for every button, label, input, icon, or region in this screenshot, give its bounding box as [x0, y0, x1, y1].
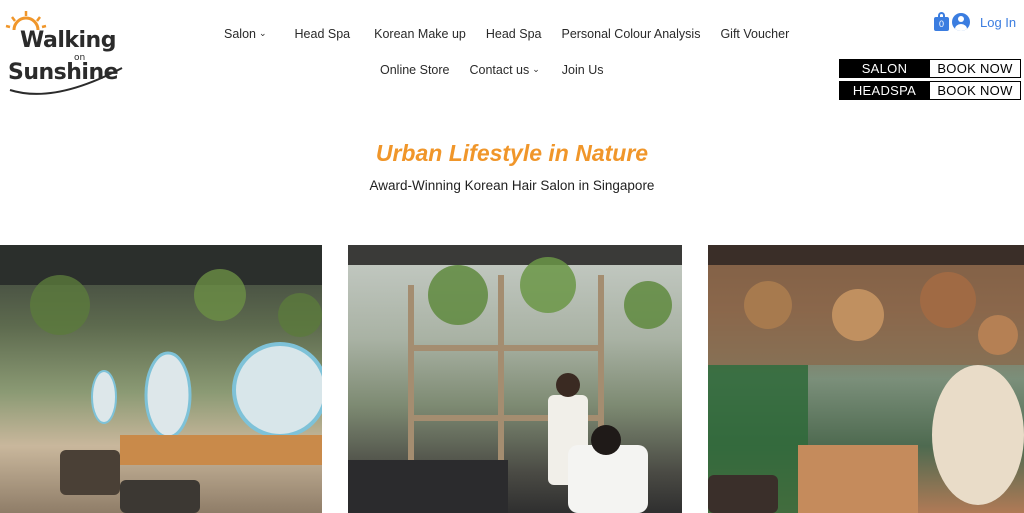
- nav-item-label: Head Spa: [294, 27, 351, 41]
- brand-logo[interactable]: Walking on Sunshine: [4, 8, 132, 100]
- nav-item-online-store[interactable]: Online Store: [380, 63, 449, 77]
- salon-interior-photo-2: [348, 245, 682, 513]
- nav-item-head-spa[interactable]: Head Spa: [295, 27, 351, 41]
- main-nav-row-2: Online Store Contact us ⌄ Join Us: [380, 63, 603, 77]
- nav-item-head-spa-2[interactable]: Head Spa: [486, 27, 542, 41]
- nav-item-label: Korean Make up: [374, 27, 466, 41]
- main-nav-row-1: Salon ⌄ Head Spa Korean Make up Head Spa…: [224, 27, 789, 41]
- nav-item-label: Salon: [224, 27, 256, 41]
- cart-count: 0: [938, 19, 944, 29]
- nav-item-label: Gift Voucher: [720, 27, 790, 41]
- salon-interior-photo-3: [708, 245, 1024, 513]
- cart-icon[interactable]: 0: [934, 12, 950, 32]
- booking-category-label: HEADSPA: [839, 81, 930, 100]
- nav-item-label: Personal Colour Analysis: [561, 27, 701, 41]
- account-area: 0 Log In: [934, 12, 1016, 32]
- nav-item-label: Contact us: [469, 63, 530, 77]
- nav-item-label: Join Us: [561, 63, 604, 77]
- nav-item-label: Online Store: [380, 63, 450, 77]
- nav-item-label: Head Spa: [485, 27, 542, 41]
- login-link[interactable]: Log In: [980, 15, 1016, 30]
- nav-item-korean-make-up[interactable]: Korean Make up: [374, 27, 466, 41]
- nav-item-gift-voucher[interactable]: Gift Voucher: [720, 27, 789, 41]
- nav-item-salon[interactable]: Salon ⌄: [224, 27, 267, 41]
- book-now-salon-button[interactable]: BOOK NOW: [930, 59, 1021, 78]
- user-avatar-icon[interactable]: [952, 13, 970, 31]
- sun-icon: [5, 11, 123, 95]
- booking-salon: SALON BOOK NOW: [839, 59, 1021, 78]
- chevron-down-icon: ⌄: [258, 27, 267, 38]
- hero-title: Urban Lifestyle in Nature: [375, 140, 649, 166]
- chevron-down-icon: ⌄: [532, 63, 540, 74]
- book-now-headspa-button[interactable]: BOOK NOW: [930, 81, 1021, 100]
- hero-subtitle: Award-Winning Korean Hair Salon in Singa…: [369, 178, 655, 193]
- nav-item-join-us[interactable]: Join Us: [562, 63, 604, 77]
- booking-category-label: SALON: [839, 59, 930, 78]
- nav-item-contact-us[interactable]: Contact us ⌄: [469, 63, 539, 77]
- salon-interior-photo-1: [0, 245, 322, 513]
- logo-text-walking: Walking: [20, 28, 116, 53]
- booking-headspa: HEADSPA BOOK NOW: [839, 81, 1021, 100]
- logo-text-sunshine: Sunshine: [8, 60, 119, 85]
- nav-item-personal-colour-analysis[interactable]: Personal Colour Analysis: [561, 27, 700, 41]
